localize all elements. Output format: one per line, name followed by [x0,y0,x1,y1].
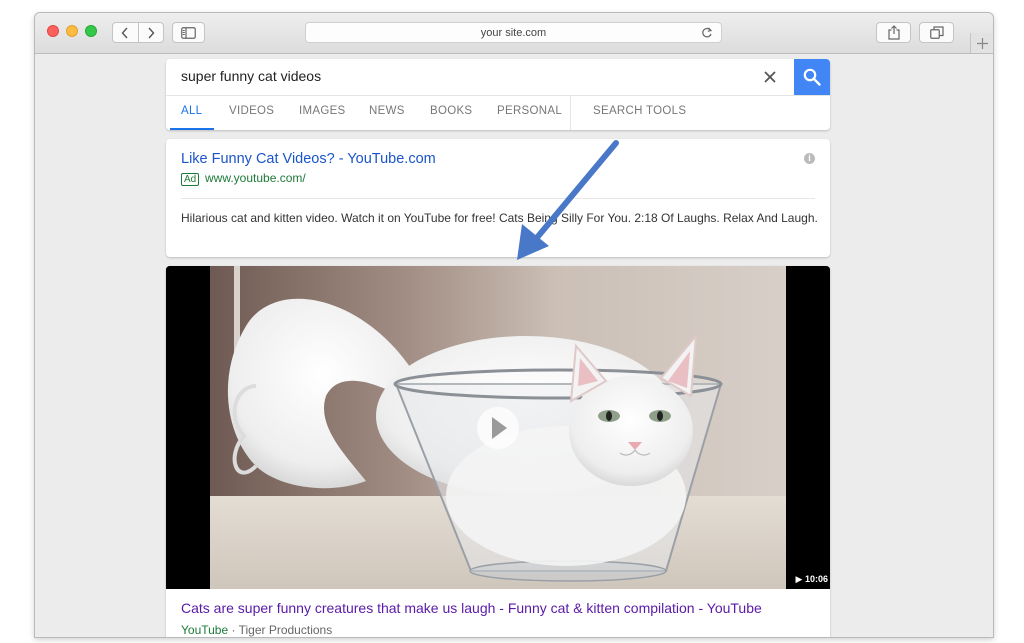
video-channel: · Tiger Productions [228,623,333,637]
navigation-buttons [112,22,164,43]
video-title-link[interactable]: Cats are super funny creatures that make… [181,600,762,616]
tabs-divider [166,95,830,96]
tabs-overview-icon [929,26,944,39]
share-button[interactable] [876,22,911,43]
ad-divider [181,198,815,199]
tab-books[interactable]: BOOKS [430,105,472,117]
video-thumbnail[interactable]: ▶ 10:06 [166,266,830,589]
search-box-card: super funny cat videos ALL VIDEOS IMAGES… [166,59,830,130]
cat-in-bowl-image [166,266,830,589]
active-tab-indicator [170,128,214,130]
chevron-right-icon [148,27,155,38]
browser-toolbar: your site.com [35,13,993,54]
tab-search-tools[interactable]: SEARCH TOOLS [593,105,686,117]
zoom-window-button[interactable] [85,25,97,37]
clear-search-button[interactable] [764,67,776,87]
page-content: super funny cat videos ALL VIDEOS IMAGES… [35,54,993,637]
reload-icon[interactable] [701,26,713,39]
sidebar-icon [181,26,196,39]
search-icon [803,68,821,86]
tab-all[interactable]: ALL [181,105,202,117]
info-icon[interactable]: i [804,153,815,164]
close-icon [764,71,776,83]
tabs-separator [570,96,571,130]
share-icon [887,25,900,40]
video-source-site[interactable]: YouTube [181,623,228,637]
sidebar-button[interactable] [172,22,205,43]
back-button[interactable] [113,23,138,42]
video-source: YouTube · Tiger Productions [181,623,332,637]
tab-videos[interactable]: VIDEOS [229,105,274,117]
show-tabs-button[interactable] [919,22,954,43]
browser-window: your site.com super funny cat videos ALL… [34,12,994,638]
tab-personal[interactable]: PERSONAL [497,105,562,117]
plus-icon [977,37,988,49]
new-tab-button[interactable] [970,33,993,53]
video-result-card: ▶ 10:06 Cats are super funny creatures t… [166,266,830,637]
video-duration: ▶ 10:06 [795,574,828,584]
ad-url[interactable]: www.youtube.com/ [205,171,306,185]
chevron-left-icon [121,27,128,38]
ad-title-link[interactable]: Like Funny Cat Videos? - YouTube.com [181,151,436,167]
ad-badge: Ad [181,173,200,186]
tab-images[interactable]: IMAGES [299,105,346,117]
search-input[interactable]: super funny cat videos [181,68,321,84]
tab-news[interactable]: NEWS [369,105,405,117]
ad-result-card: Like Funny Cat Videos? - YouTube.com Ad … [166,139,830,257]
forward-button[interactable] [137,23,164,42]
url-text: your site.com [480,26,547,39]
close-window-button[interactable] [47,25,59,37]
minimize-window-button[interactable] [66,25,78,37]
search-button[interactable] [794,59,830,95]
address-bar[interactable]: your site.com [305,22,722,43]
ad-description: Hilarious cat and kitten video. Watch it… [181,211,818,225]
